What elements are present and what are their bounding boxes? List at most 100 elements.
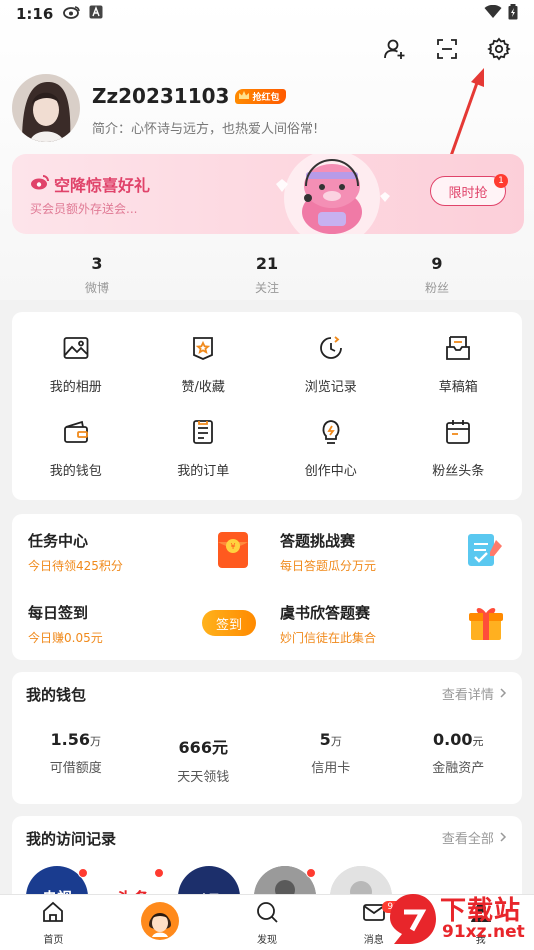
wallet-more-label: 查看详情 <box>441 688 494 703</box>
profile-bio[interactable]: 简介：心怀诗与远方，也热爱人间俗常! <box>92 118 318 137</box>
grid-item-label: 赞/收藏 <box>181 379 225 395</box>
nav-home[interactable]: 首页 <box>0 895 107 950</box>
visits-more-link[interactable]: 查看全部 <box>442 828 508 847</box>
status-time: 1:16 <box>16 5 54 23</box>
unread-dot <box>306 868 316 878</box>
wallet-item-value: 666元 <box>178 738 228 757</box>
grid-item-album[interactable]: 我的相册 <box>12 322 140 406</box>
home-icon <box>41 900 65 928</box>
grid-item-history[interactable]: 浏览记录 <box>267 322 395 406</box>
stat-followers-count: 9 <box>431 254 443 273</box>
stat-posts-count: 3 <box>91 254 103 273</box>
wallet-icon <box>62 418 90 450</box>
wallet-item-value: 1.56 <box>50 730 90 749</box>
wallet-item-credit-limit[interactable]: 1.56万 可借额度 <box>12 730 140 785</box>
wallet-item-value: 5 <box>319 730 331 749</box>
wallet-item-unit: 万 <box>330 735 342 748</box>
history-icon <box>317 334 345 366</box>
svg-text:¥: ¥ <box>230 542 235 551</box>
site-watermark: 下载站 91xz.net <box>384 886 534 950</box>
nav-label: 首页 <box>43 934 64 946</box>
stat-posts[interactable]: 3 微博 <box>12 254 182 296</box>
grid-item-label: 粉丝头条 <box>432 463 485 479</box>
favorite-icon <box>189 334 217 366</box>
profile-avatar[interactable] <box>12 74 80 142</box>
grid-item-drafts[interactable]: 草稿箱 <box>395 322 523 406</box>
stat-following[interactable]: 21 关注 <box>182 254 352 296</box>
promo-subtitle: 买会员额外存送会... <box>30 202 138 216</box>
wallet-more-link[interactable]: 查看详情 <box>442 684 508 703</box>
red-packet-badge[interactable]: 抢红包 <box>235 88 286 104</box>
unread-dot <box>78 868 88 878</box>
promo-title-row: 空降惊喜好礼 <box>30 172 150 196</box>
task-title: 答题挑战赛 <box>280 532 356 550</box>
stat-following-label: 关注 <box>254 281 279 295</box>
nav-post[interactable] <box>107 895 214 950</box>
grid-item-creator[interactable]: 创作中心 <box>267 406 395 490</box>
red-envelope-icon: ¥ <box>218 532 248 568</box>
task-subtitle: 今日待领425积分 <box>28 559 123 573</box>
task-subtitle: 妙门信徒在此集合 <box>280 631 377 645</box>
grid-item-label: 我的相册 <box>49 379 102 395</box>
visits-title: 我的访问记录 <box>26 830 117 848</box>
task-celebrity-quiz[interactable]: 虞书欣答题赛 妙门信徒在此集合 <box>280 602 376 646</box>
grid-item-label: 浏览记录 <box>304 379 357 395</box>
calendar-icon <box>444 418 472 450</box>
profile-stats: 3 微博 21 关注 9 粉丝 <box>12 254 522 296</box>
wallet-title: 我的钱包 <box>26 686 87 704</box>
mascot-illustration <box>276 154 390 234</box>
promo-banner[interactable]: 空降惊喜好礼 买会员额外存送会... 限时抢 1 <box>12 154 524 234</box>
task-daily-checkin[interactable]: 每日签到 今日赚0.05元 <box>28 602 103 646</box>
watermark-logo-icon <box>390 894 436 944</box>
lightbulb-icon <box>317 418 345 450</box>
gift-box-icon <box>469 608 503 640</box>
wallet-item-unit: 元 <box>472 735 484 748</box>
wallet-item-unit: 万 <box>89 735 101 748</box>
wallet-item-credit-card[interactable]: 5万 信用卡 <box>267 730 395 785</box>
chevron-right-icon <box>498 688 508 703</box>
grid-item-orders[interactable]: 我的订单 <box>140 406 268 490</box>
checkin-button[interactable]: 签到 <box>202 610 256 636</box>
nav-label: 消息 <box>363 934 384 946</box>
status-bar: 1:16 <box>0 0 534 28</box>
task-title: 任务中心 <box>28 532 89 550</box>
app-a-notification-icon <box>89 5 103 23</box>
post-avatar-icon <box>140 901 180 945</box>
photo-album-icon <box>62 334 90 366</box>
wallet-item-daily-cash[interactable]: 666元 天天领钱 <box>140 730 268 785</box>
orders-icon <box>189 418 217 450</box>
scan-icon[interactable] <box>434 36 460 62</box>
add-friend-icon[interactable] <box>382 36 408 62</box>
stat-followers-label: 粉丝 <box>424 281 449 295</box>
settings-gear-icon[interactable] <box>486 36 512 62</box>
promo-notification-badge: 1 <box>494 174 508 188</box>
grid-item-fans-headline[interactable]: 粉丝头条 <box>395 406 523 490</box>
grid-item-favorites[interactable]: 赞/收藏 <box>140 322 268 406</box>
task-subtitle: 今日赚0.05元 <box>28 631 103 645</box>
stat-posts-label: 微博 <box>84 281 109 295</box>
nav-discover[interactable]: 发现 <box>214 895 321 950</box>
weibo-logo-icon <box>30 174 50 194</box>
wifi-icon <box>484 4 502 23</box>
visits-more-label: 查看全部 <box>441 832 494 847</box>
unread-dot <box>154 868 164 878</box>
stat-followers[interactable]: 9 粉丝 <box>352 254 522 296</box>
task-center[interactable]: 任务中心 今日待领425积分 <box>28 530 123 574</box>
wallet-card: 我的钱包 查看详情 1.56万 可借额度 666元 天天领钱 5万 信用卡 0.… <box>12 672 522 804</box>
stat-following-count: 21 <box>255 254 279 273</box>
wallet-item-financial-assets[interactable]: 0.00元 金融资产 <box>395 730 523 785</box>
grid-item-wallet[interactable]: 我的钱包 <box>12 406 140 490</box>
promo-title: 空降惊喜好礼 <box>54 176 151 195</box>
wallet-item-label: 天天领钱 <box>177 770 230 785</box>
battery-icon <box>508 4 518 24</box>
drafts-icon <box>444 334 472 366</box>
red-packet-badge-label: 抢红包 <box>252 92 280 103</box>
task-quiz-challenge[interactable]: 答题挑战赛 每日答题瓜分万元 <box>280 530 376 574</box>
tasks-card: 任务中心 今日待领425积分 ¥ 答题挑战赛 每日答题瓜分万元 每日签到 今日赚… <box>12 514 522 660</box>
grid-item-label: 我的钱包 <box>49 463 102 479</box>
weibo-notification-icon <box>63 5 81 23</box>
task-title: 每日签到 <box>28 604 89 622</box>
grid-item-label: 创作中心 <box>304 463 357 479</box>
wallet-item-value: 0.00 <box>433 730 473 749</box>
username: Zz20231103 <box>92 84 230 108</box>
